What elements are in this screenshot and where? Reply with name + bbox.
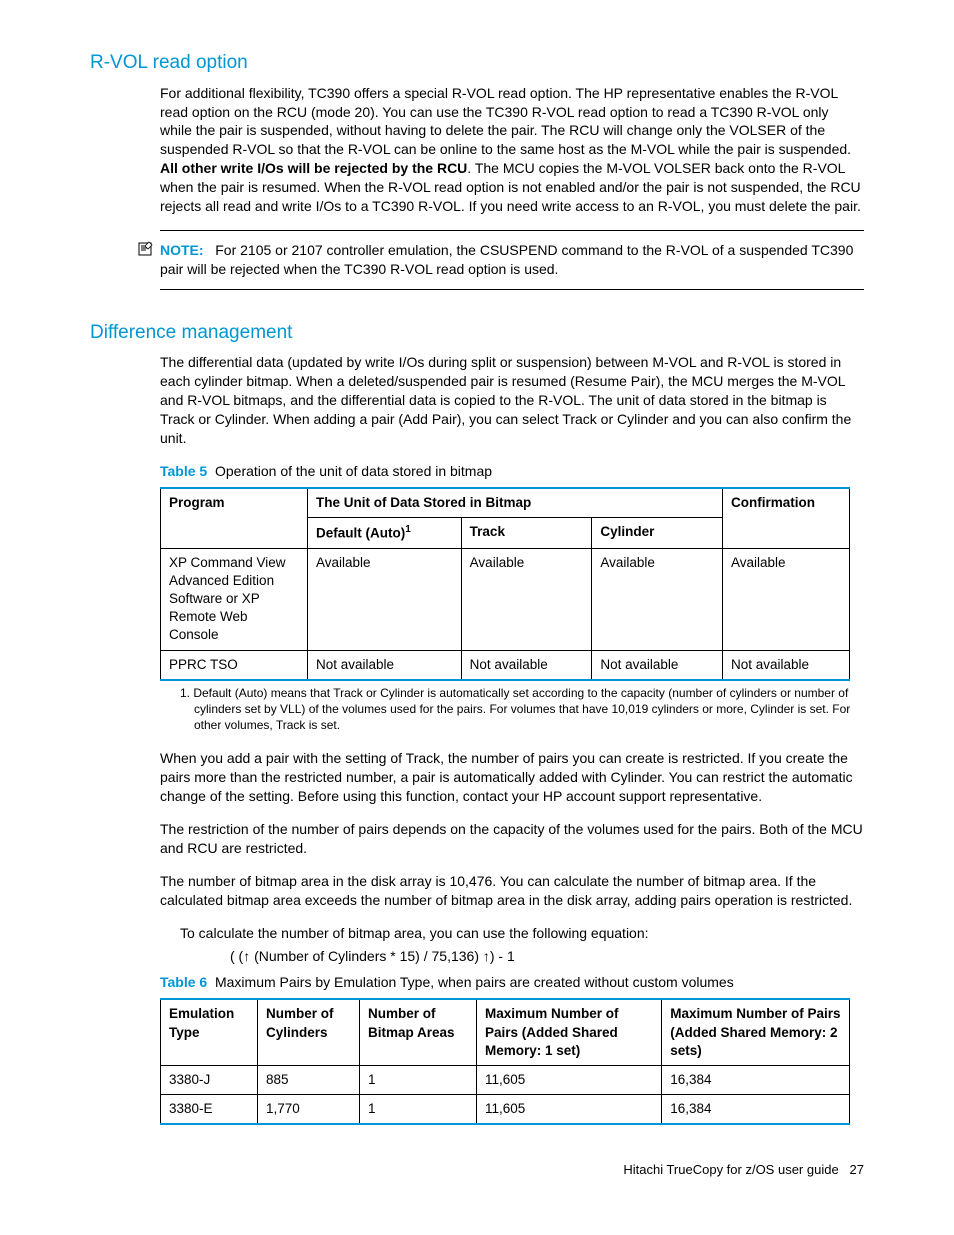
note-text: For 2105 or 2107 controller emulation, t… (160, 242, 853, 277)
th-max1: Maximum Number of Pairs (Added Shared Me… (477, 999, 662, 1065)
td: Not available (461, 650, 592, 680)
footer-title: Hitachi TrueCopy for z/OS user guide (623, 1162, 838, 1177)
note-block: NOTE: For 2105 or 2107 controller emulat… (160, 230, 864, 290)
text: Default (Auto) (316, 525, 405, 540)
superscript: 1 (405, 524, 411, 535)
note-label: NOTE: (160, 242, 204, 258)
table-row: PPRC TSO Not available Not available Not… (161, 650, 850, 680)
note-icon (138, 241, 154, 262)
table-6: Emulation Type Number of Cylinders Numbe… (160, 998, 850, 1125)
text: For additional flexibility, TC390 offers… (160, 85, 851, 158)
table-header-row: Emulation Type Number of Cylinders Numbe… (161, 999, 850, 1065)
td: Available (723, 548, 850, 650)
paragraph-rvol: For additional flexibility, TC390 offers… (160, 84, 864, 216)
td: Not available (723, 650, 850, 680)
table-5: Program The Unit of Data Stored in Bitma… (160, 487, 850, 681)
th-program: Program (161, 488, 308, 548)
table-caption-6: Table 6 Maximum Pairs by Emulation Type,… (160, 973, 864, 992)
td: 3380-J (161, 1066, 258, 1095)
table-row: 3380-E 1,770 1 11,605 16,384 (161, 1095, 850, 1125)
th-cylinder: Cylinder (592, 517, 723, 548)
page-number: 27 (850, 1162, 864, 1177)
table-label: Table 6 (160, 974, 207, 990)
table-row: XP Command View Advanced Edition Softwar… (161, 548, 850, 650)
td: Available (592, 548, 723, 650)
td: 1 (360, 1095, 477, 1125)
td: XP Command View Advanced Edition Softwar… (161, 548, 308, 650)
table-caption-text: Operation of the unit of data stored in … (215, 463, 492, 479)
td: 885 (258, 1066, 360, 1095)
td: 16,384 (662, 1066, 850, 1095)
table-caption-5: Table 5 Operation of the unit of data st… (160, 462, 864, 481)
td: Available (308, 548, 462, 650)
td: 3380-E (161, 1095, 258, 1125)
th-emulation: Emulation Type (161, 999, 258, 1065)
text-bold: All other write I/Os will be rejected by… (160, 160, 467, 176)
th-nbit: Number of Bitmap Areas (360, 999, 477, 1065)
table-label: Table 5 (160, 463, 207, 479)
th-track: Track (461, 517, 592, 548)
paragraph: The differential data (updated by write … (160, 353, 864, 447)
equation-intro: To calculate the number of bitmap area, … (180, 924, 864, 943)
td: 1,770 (258, 1095, 360, 1125)
th-default: Default (Auto)1 (308, 517, 462, 548)
th-max2: Maximum Number of Pairs (Added Shared Me… (662, 999, 850, 1065)
td: 16,384 (662, 1095, 850, 1125)
heading-difference-management: Difference management (90, 320, 864, 346)
td: Available (461, 548, 592, 650)
paragraph: The number of bitmap area in the disk ar… (160, 872, 864, 910)
equation: ( (↑ (Number of Cylinders * 15) / 75,136… (230, 947, 864, 966)
table-footnote: 1. Default (Auto) means that Track or Cy… (180, 685, 864, 734)
th-confirmation: Confirmation (723, 488, 850, 548)
heading-rvol-read-option: R-VOL read option (90, 50, 864, 76)
td: Not available (308, 650, 462, 680)
table-row: 3380-J 885 1 11,605 16,384 (161, 1066, 850, 1095)
td: 1 (360, 1066, 477, 1095)
paragraph: When you add a pair with the setting of … (160, 749, 864, 806)
table-caption-text: Maximum Pairs by Emulation Type, when pa… (215, 974, 734, 990)
td: Not available (592, 650, 723, 680)
td: 11,605 (477, 1066, 662, 1095)
page-footer: Hitachi TrueCopy for z/OS user guide 27 (90, 1161, 864, 1179)
table-header-row: Program The Unit of Data Stored in Bitma… (161, 488, 850, 518)
th-unit: The Unit of Data Stored in Bitmap (308, 488, 723, 518)
td: PPRC TSO (161, 650, 308, 680)
paragraph: The restriction of the number of pairs d… (160, 820, 864, 858)
td: 11,605 (477, 1095, 662, 1125)
th-ncyl: Number of Cylinders (258, 999, 360, 1065)
